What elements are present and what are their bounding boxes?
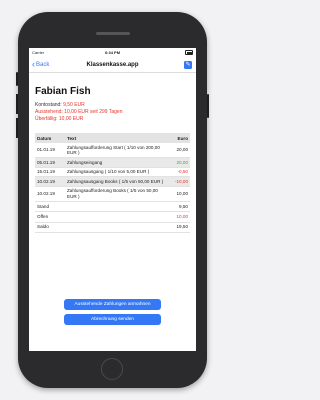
transaction-text: Zahlungsausgang ( 1/10 von 5,00 EUR ) [65,167,166,178]
summary-row: Offen 10,00 [35,211,190,223]
status-bar: Carrier 6:34 PM [29,48,196,57]
table-row: 05.01.19 Zahlungseingang 20,00 [35,157,190,168]
account-info: Kontostand: 9,50 EUR Ausstehend: 10,00 E… [35,102,190,123]
transaction-date: 15.01.19 [35,167,65,178]
header-text: Text [65,133,166,143]
kontostand-line: Kontostand: 9,50 EUR [35,102,190,109]
kontostand-label: Kontostand: [35,102,62,108]
ueberfaellig-line: Überfällig: 10,00 EUR [35,116,84,122]
transaction-date: 10.02.19 [35,176,65,187]
transaction-date: 01.01.19 [35,143,65,159]
nav-title: Klassenkasse.app [86,61,139,68]
volume-down-button [16,118,18,138]
header-euro: Euro [166,133,190,143]
status-time: 6:34 PM [104,50,121,55]
summary-label: Saldo [35,222,166,233]
transactions-table: Datum Text Euro 01.01.19 Zahlungsaufforde… [35,133,190,233]
summary-value: 9,50 [166,201,190,213]
phone-frame: Carrier 6:34 PM ‹ Back Klassenkasse.app … [16,12,209,388]
battery-icon [185,50,193,55]
kontostand-value: 9,50 EUR [63,102,85,108]
transaction-amount: 20,00 [166,157,190,168]
detail-content: Fabian Fish Kontostand: 9,50 EUR Aussteh… [29,73,196,233]
table-header-row: Datum Text Euro [35,133,190,143]
chevron-left-icon: ‹ [32,59,35,69]
student-name: Fabian Fish [35,86,91,97]
transaction-text: Zahlungsaufforderung Books ( 1/5 von 50,… [65,186,166,203]
transaction-date: 05.01.19 [35,157,65,168]
send-statement-button[interactable]: Abrechnung senden [64,314,161,325]
home-button[interactable] [101,358,123,380]
back-button[interactable]: ‹ Back [29,60,49,69]
table-row: 01.01.19 Zahlungsaufforderung Start ( 1/1… [35,143,190,159]
send-reminders-button[interactable]: Ausstehende Zahlungen anmahnen [64,299,161,310]
table-row: 15.01.19 Zahlungsausgang ( 1/10 von 5,00 … [35,167,190,178]
transaction-amount: -0,50 [166,167,190,178]
transaction-date: 10.02.19 [35,186,65,203]
navigation-bar: ‹ Back Klassenkasse.app ✎ [29,57,196,73]
transaction-amount: 20,00 [166,143,190,159]
header-datum: Datum [35,133,65,143]
summary-row: Saldo 19,50 [35,222,190,233]
table-row: 10.02.19 Zahlungsaufforderung Books ( 1/5… [35,186,190,203]
summary-row: Stand 9,50 [35,201,190,213]
ausstehend-line: Ausstehend: 10,00 EUR seit 299 Tagen [35,109,123,115]
transaction-text: Zahlungsaufforderung Start ( 1/10 von 20… [65,143,166,159]
summary-value: 10,00 [166,211,190,223]
transaction-amount: 10,00 [166,186,190,203]
speaker-grille [96,32,130,35]
summary-value: 19,50 [166,222,190,233]
transaction-text: Zahlungseingang [65,157,166,168]
transaction-amount: -10,00 [166,176,190,187]
table-row: 10.02.19 Zahlungsausgang Books ( 1/5 von … [35,176,190,187]
action-buttons: Ausstehende Zahlungen anmahnen Abrechnun… [64,299,161,329]
transaction-text: Zahlungsausgang Books ( 1/5 von 50,00 EU… [65,176,166,187]
summary-label: Offen [35,211,166,223]
summary-label: Stand [35,201,166,213]
volume-up-button [16,94,18,114]
back-label: Back [36,61,50,68]
edit-icon[interactable]: ✎ [184,61,192,69]
app-screen: Carrier 6:34 PM ‹ Back Klassenkasse.app … [29,48,196,351]
